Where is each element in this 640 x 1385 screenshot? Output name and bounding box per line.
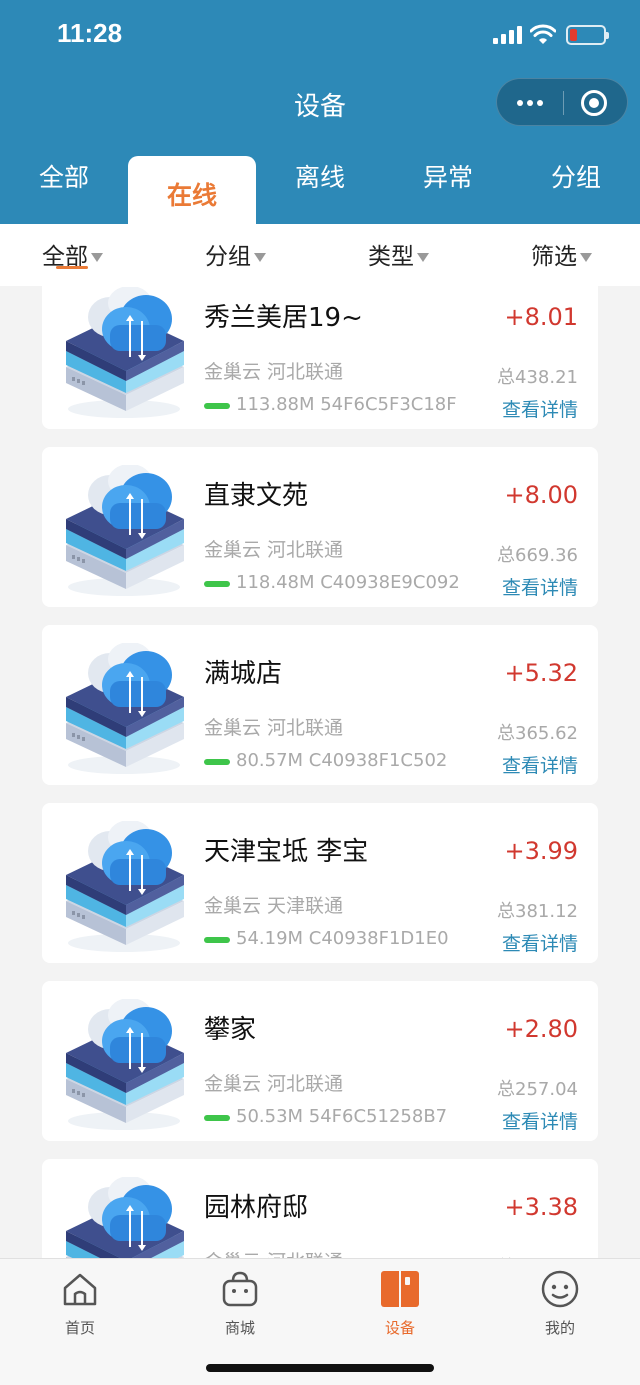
device-provider: 金巢云 河北联通 (204, 717, 344, 739)
online-status-indicator (204, 937, 230, 943)
view-details-link[interactable]: 查看详情 (502, 573, 578, 600)
filter-bar: 全部 分组 类型 筛选 (0, 224, 640, 286)
device-earning: +8.01 (504, 303, 578, 331)
tab-group[interactable]: 分组 (551, 158, 601, 194)
device-card[interactable]: 满城店金巢云 河北联通 80.57M C40938F1C502 +5.32 总365.… (42, 625, 598, 785)
device-total: 总381.12 (497, 901, 578, 922)
wifi-icon (530, 24, 556, 44)
filter-active-underline (56, 266, 88, 269)
miniprogram-capsule (496, 78, 628, 126)
device-earning: +8.00 (504, 481, 578, 509)
device-provider: 金巢云 天津联通 (204, 895, 344, 917)
device-cloud-server-icon (64, 286, 186, 419)
device-card[interactable]: 秀兰美居19~ 金巢云 河北联通 113.88M 54F6C5F3C18F +8.01… (42, 286, 598, 429)
tab-online[interactable]: 在线 (128, 156, 256, 224)
online-status-indicator (204, 1115, 230, 1121)
device-cloud-server-icon (64, 464, 186, 597)
more-options-icon[interactable] (497, 79, 563, 127)
home-indicator (206, 1364, 434, 1372)
signal-icon (493, 26, 523, 44)
filter-group-label: 分组 (205, 244, 251, 270)
battery-icon (566, 25, 609, 45)
device-earning: +2.80 (504, 1015, 578, 1043)
caret-down-icon (417, 253, 429, 262)
view-details-link[interactable]: 查看详情 (502, 395, 578, 422)
tab-abnormal[interactable]: 异常 (423, 158, 473, 194)
view-details-link[interactable]: 查看详情 (502, 1107, 578, 1134)
filter-screen-label: 筛选 (531, 244, 577, 270)
device-name: 满城店 (204, 659, 283, 689)
device-name: 园林府邸 (204, 1193, 309, 1223)
device-card[interactable]: 天津宝坻 李宝金巢云 天津联通 54.19M C40938F1D1E0 +3.99 总… (42, 803, 598, 963)
caret-down-icon (254, 253, 266, 262)
nav-mine[interactable]: 我的 (510, 1269, 610, 1341)
device-cloud-server-icon (64, 998, 186, 1131)
nav-mine-label: 我的 (544, 1319, 575, 1337)
device-cloud-server-icon (64, 820, 186, 953)
shop-bag-icon (222, 1271, 258, 1307)
device-name: 直隶文苑 (204, 481, 309, 511)
nav-device-label: 设备 (384, 1319, 415, 1337)
profile-face-icon (541, 1270, 579, 1308)
tab-all[interactable]: 全部 (39, 158, 89, 194)
home-icon (63, 1273, 97, 1306)
caret-down-icon (580, 253, 592, 262)
device-info: 54.19M C40938F1D1E0 (236, 928, 449, 949)
filter-group[interactable]: 分组 (205, 237, 266, 271)
device-provider: 金巢云 河北联通 (204, 1073, 344, 1095)
view-details-link[interactable]: 查看详情 (502, 929, 578, 956)
online-status-indicator (204, 581, 230, 587)
device-info: 50.53M 54F6C51258B7 (236, 1106, 448, 1127)
device-list[interactable]: 秀兰美居19~ 金巢云 河北联通 113.88M 54F6C5F3C18F +8.01… (0, 286, 640, 1258)
device-card[interactable]: 直隶文苑金巢云 河北联通 118.48M C40938E9C092 +8.00 总66… (42, 447, 598, 607)
device-info: 113.88M 54F6C5F3C18F (236, 394, 457, 415)
device-provider: 金巢云 河北联通 (204, 539, 344, 561)
nav-shop-label: 商城 (224, 1319, 255, 1337)
device-earning: +3.99 (504, 837, 578, 865)
device-total: 总438.21 (497, 367, 578, 388)
device-status: 80.57M C40938F1C502 (204, 750, 504, 774)
device-earning: +3.38 (504, 1193, 578, 1221)
device-info: 80.57M C40938F1C502 (236, 750, 448, 771)
device-total: 总669.36 (497, 545, 578, 566)
view-details-link[interactable]: 查看详情 (502, 751, 578, 778)
filter-type-label: 类型 (368, 244, 414, 270)
device-total: 总365.62 (497, 723, 578, 744)
device-icon (381, 1271, 419, 1307)
online-status-indicator (204, 403, 230, 409)
device-total: 总257.04 (497, 1079, 578, 1100)
device-status: 54.19M C40938F1D1E0 (204, 928, 504, 952)
tab-offline[interactable]: 离线 (295, 158, 345, 194)
device-cloud-server-icon (64, 642, 186, 775)
capsule-divider (563, 91, 564, 115)
device-provider: 金巢云 河北联通 (204, 361, 344, 383)
device-name: 秀兰美居19~ (204, 303, 363, 333)
device-card[interactable]: 园林府邸金巢云 河北联通+3.38总547.16 (42, 1159, 598, 1258)
close-target-icon[interactable] (581, 90, 607, 116)
filter-screen[interactable]: 筛选 (531, 237, 592, 271)
device-provider: 金巢云 河北联通 (204, 1247, 343, 1258)
device-cloud-server-icon (64, 1176, 186, 1258)
nav-device[interactable]: 设备 (350, 1269, 450, 1341)
device-earning: +5.32 (504, 659, 578, 687)
status-bar: 11:28 (0, 0, 640, 70)
header: 11:28 设备 全部 在线 离线 异常 分组 (0, 0, 640, 224)
device-status: 50.53M 54F6C51258B7 (204, 1106, 504, 1130)
nav-home-label: 首页 (64, 1319, 95, 1337)
device-card[interactable]: 攀家金巢云 河北联通 50.53M 54F6C51258B7 +2.80 总257.0… (42, 981, 598, 1141)
device-name: 天津宝坻 李宝 (204, 837, 369, 867)
caret-down-icon (91, 253, 103, 262)
device-status: 118.48M C40938E9C092 (204, 572, 504, 596)
device-info: 118.48M C40938E9C092 (236, 572, 460, 593)
device-status: 113.88M 54F6C5F3C18F (204, 394, 504, 418)
status-time: 11:28 (57, 18, 123, 48)
filter-type[interactable]: 类型 (368, 237, 429, 271)
nav-shop[interactable]: 商城 (190, 1269, 290, 1341)
nav-home[interactable]: 首页 (30, 1269, 130, 1341)
online-status-indicator (204, 759, 230, 765)
device-name: 攀家 (204, 1015, 257, 1045)
